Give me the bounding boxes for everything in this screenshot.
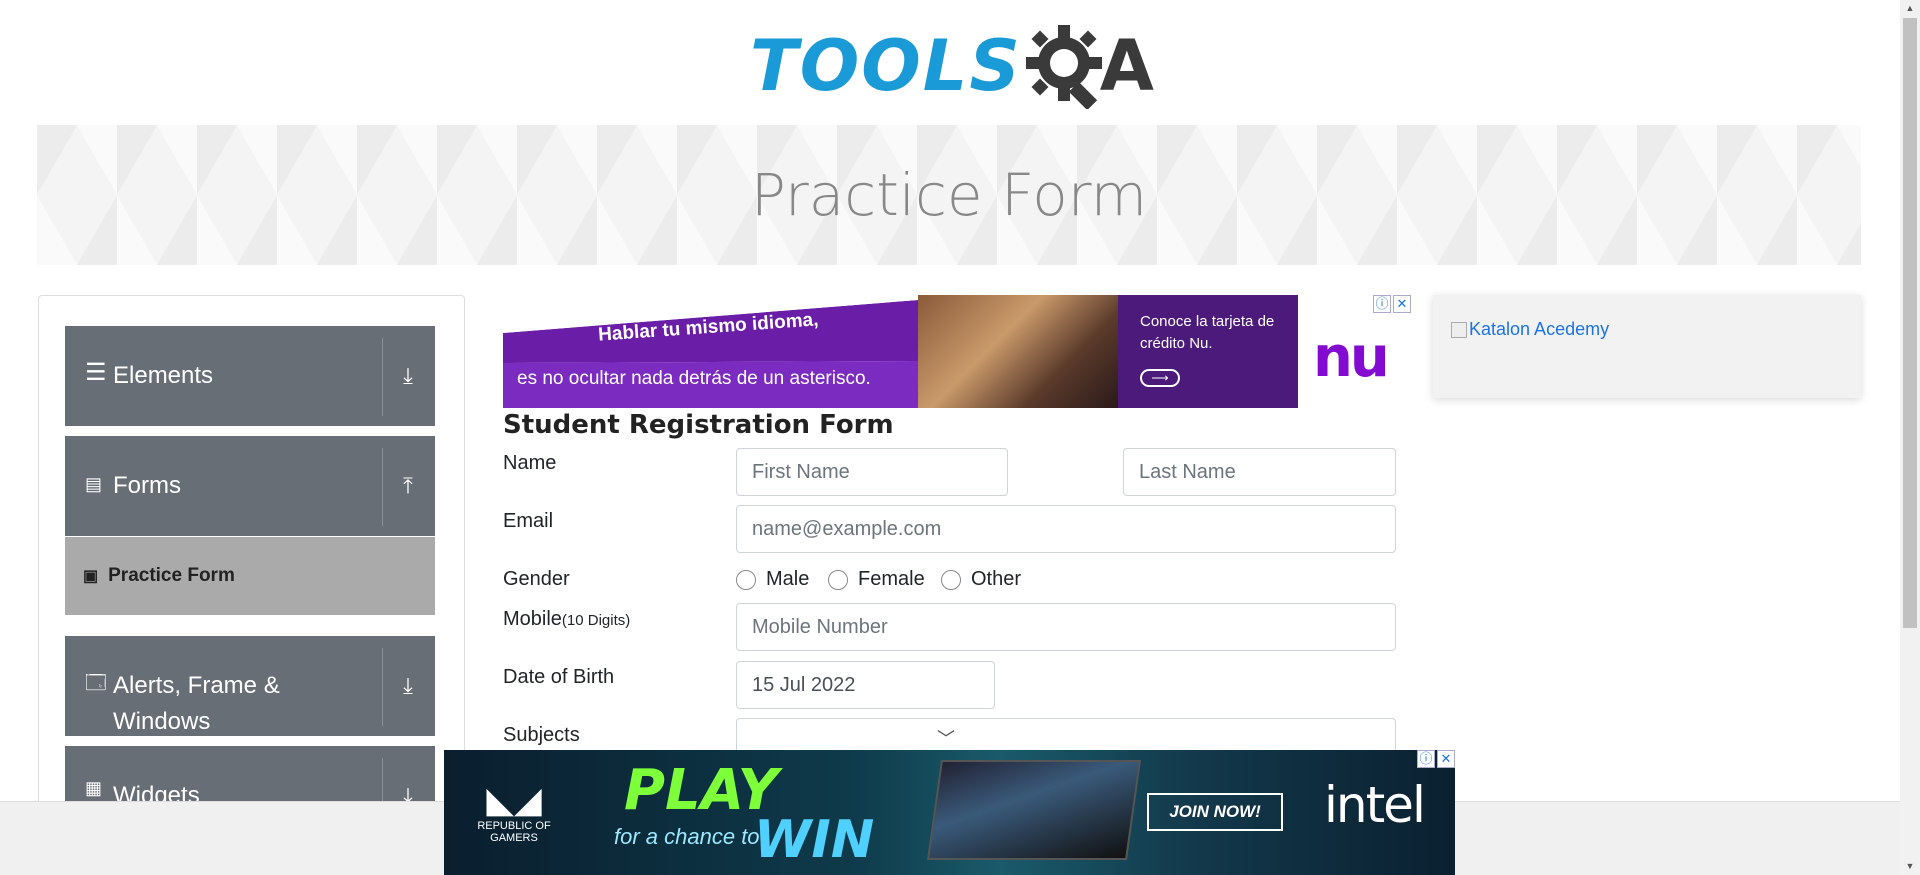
- arrow-right-icon: ⟶: [1140, 369, 1180, 387]
- radio-label: Male: [766, 568, 810, 590]
- toolsqa-logo[interactable]: TOOLS A: [750, 18, 1160, 114]
- ad-photo-couple: [918, 295, 1118, 408]
- sidebar-group-label: Forms: [113, 472, 181, 499]
- document-icon: ▤: [85, 474, 103, 494]
- vertical-scrollbar[interactable]: ▲ ▼: [1900, 0, 1920, 875]
- mobile-label-text: Mobile: [503, 608, 562, 630]
- subjects-label: Subjects: [503, 724, 580, 746]
- nu-logo: nu: [1313, 325, 1390, 390]
- ad-win-text: WIN: [754, 810, 875, 870]
- divider: [382, 448, 383, 526]
- ad-controls: ⓘ ✕: [1417, 750, 1455, 768]
- broken-image-icon: [1451, 321, 1467, 338]
- sidebar-group-forms[interactable]: ▤ Forms ⤒: [65, 436, 435, 536]
- ad-purple-background: [503, 295, 918, 408]
- page-banner: Practice Form: [37, 125, 1861, 265]
- join-now-button[interactable]: JOIN NOW!: [1147, 793, 1283, 831]
- window-icon: 🗔: [85, 672, 107, 694]
- ad-card-text: Conoce la tarjeta de crédito Nu.: [1140, 313, 1275, 352]
- ad-info-icon[interactable]: ⓘ: [1417, 750, 1435, 768]
- form-title: Student Registration Form: [503, 410, 894, 440]
- dob-label: Date of Birth: [503, 666, 615, 688]
- scrollbar-thumb[interactable]: [1903, 18, 1917, 628]
- ad-banner-intel[interactable]: ◣◢ REPUBLIC OF GAMERS PLAY for a chance …: [444, 750, 1455, 875]
- intel-logo: intel: [1324, 776, 1426, 834]
- mobile-hint: (10 Digits): [561, 612, 631, 629]
- divider: [382, 338, 383, 416]
- sidebar: ☰ Elements ⤓ ▤ Forms ⤒ ▣ Practice Form 🗔…: [38, 295, 465, 875]
- scroll-down-arrow-icon[interactable]: ▼: [1900, 858, 1920, 875]
- sidebar-group-label: Alerts, Frame & Windows: [113, 672, 280, 735]
- download-arrow-icon[interactable]: ⤓: [391, 636, 425, 736]
- image-alt-text: Katalon Acedemy: [1469, 319, 1610, 339]
- ad-close-icon[interactable]: ✕: [1437, 750, 1455, 768]
- chevron-down-icon: ﹀: [937, 729, 955, 749]
- email-input[interactable]: [736, 505, 1396, 553]
- hamburger-icon: ☰: [85, 359, 107, 386]
- sidebar-item-label: Practice Form: [108, 565, 235, 586]
- divider: [382, 648, 383, 726]
- radio-circle[interactable]: [828, 569, 848, 590]
- radio-circle[interactable]: [736, 569, 756, 590]
- widgets-icon: ▦: [85, 778, 103, 798]
- html5-icon: ▣: [83, 568, 99, 585]
- ad-katalon[interactable]: Katalon Acedemy: [1433, 295, 1861, 398]
- gender-label: Gender: [503, 568, 570, 590]
- radio-circle[interactable]: [941, 569, 961, 590]
- rog-text: REPUBLIC OF GAMERS: [477, 820, 551, 844]
- ad-close-icon[interactable]: ✕: [1393, 295, 1411, 313]
- name-label: Name: [503, 452, 557, 474]
- download-arrow-icon[interactable]: ⤓: [391, 326, 425, 426]
- gender-radio-other[interactable]: Other: [941, 568, 1021, 591]
- gender-radio-female[interactable]: Female: [828, 568, 925, 591]
- mobile-input[interactable]: [736, 603, 1396, 651]
- upload-arrow-icon[interactable]: ⤒: [391, 436, 425, 536]
- scroll-up-arrow-icon[interactable]: ▲: [1900, 0, 1920, 17]
- sidebar-item-practice-form[interactable]: ▣ Practice Form: [65, 537, 435, 615]
- gear-magnifier-icon: [1025, 25, 1102, 109]
- radio-label: Female: [858, 568, 925, 590]
- logo-text-qa: A: [1099, 25, 1154, 107]
- first-name-input[interactable]: [736, 448, 1008, 496]
- last-name-input[interactable]: [1123, 448, 1396, 496]
- page-title: Practice Form: [750, 161, 1148, 229]
- date-of-birth-input[interactable]: [736, 661, 995, 709]
- ad-card-panel: Conoce la tarjeta de crédito Nu. ⟶: [1118, 295, 1298, 408]
- radio-label: Other: [971, 568, 1022, 590]
- ad-controls: ⓘ ✕: [1373, 295, 1411, 313]
- sidebar-group-elements[interactable]: ☰ Elements ⤓: [65, 326, 435, 426]
- gender-radio-male[interactable]: Male: [736, 568, 809, 591]
- page: TOOLS A Practice Form ☰ Elements ⤓ ▤ For…: [0, 0, 1920, 875]
- ad-laptop-image: [926, 760, 1142, 860]
- sidebar-group-alerts[interactable]: 🗔 Alerts, Frame & Windows ⤓: [65, 636, 435, 736]
- ad-info-icon[interactable]: ⓘ: [1373, 295, 1391, 313]
- ad-text-line2: es no ocultar nada detrás de un asterisc…: [517, 368, 871, 389]
- rog-logo: ◣◢ REPUBLIC OF GAMERS: [474, 779, 554, 845]
- email-label: Email: [503, 510, 554, 532]
- rog-eye-icon: ◣◢: [486, 779, 542, 820]
- broken-image[interactable]: Katalon Acedemy: [1451, 319, 1609, 340]
- mobile-label: Mobile(10 Digits): [503, 608, 630, 631]
- logo-text-tools: TOOLS: [750, 25, 1022, 107]
- ad-banner-nu[interactable]: Hablar tu mismo idioma, es no ocultar na…: [503, 295, 1411, 408]
- sidebar-group-label: Elements: [113, 362, 214, 389]
- ad-chance-text: for a chance to: [614, 824, 760, 849]
